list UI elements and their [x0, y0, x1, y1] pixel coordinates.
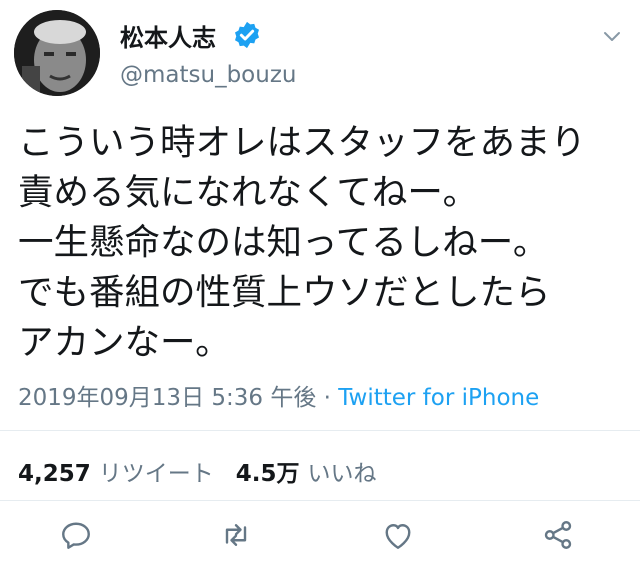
avatar-photo [14, 10, 100, 96]
display-name[interactable]: 松本人志 [120, 18, 216, 53]
user-handle[interactable]: @matsu_bouzu [120, 62, 296, 88]
tweet-meta: 2019年09月13日 5:36 午後 · Twitter for iPhone [18, 378, 539, 412]
divider [0, 500, 640, 501]
tweet-source-link[interactable]: Twitter for iPhone [338, 385, 539, 411]
retweet-icon [225, 524, 247, 546]
share-icon [544, 521, 572, 549]
meta-separator: · [316, 385, 339, 411]
retweet-button[interactable] [218, 517, 254, 553]
verified-badge-icon [235, 21, 259, 49]
tweet-timestamp[interactable]: 2019年09月13日 5:36 午後 [18, 385, 316, 411]
share-button[interactable] [540, 517, 576, 553]
chevron-down-icon[interactable] [600, 24, 624, 48]
likes-count: 4.5万 [235, 461, 300, 487]
like-icon [385, 524, 411, 549]
retweets-count: 4,257 [18, 461, 91, 487]
avatar[interactable] [14, 10, 100, 96]
likes-label: いいね [307, 461, 377, 487]
likes-stat[interactable]: 4.5万 いいね [236, 461, 377, 487]
retweets-label: リツイート [98, 461, 214, 487]
reply-icon [62, 522, 90, 549]
divider [0, 430, 640, 431]
tweet-stats: 4,257 リツイート 4.5万 いいね [18, 454, 377, 488]
reply-button[interactable] [58, 517, 94, 553]
tweet-text: こういう時オレはスタッフをあまり 責める気になれなくてねー。 一生懸命なのは知っ… [18, 122, 587, 363]
like-button[interactable] [380, 517, 416, 553]
retweets-stat[interactable]: 4,257 リツイート [18, 461, 214, 487]
